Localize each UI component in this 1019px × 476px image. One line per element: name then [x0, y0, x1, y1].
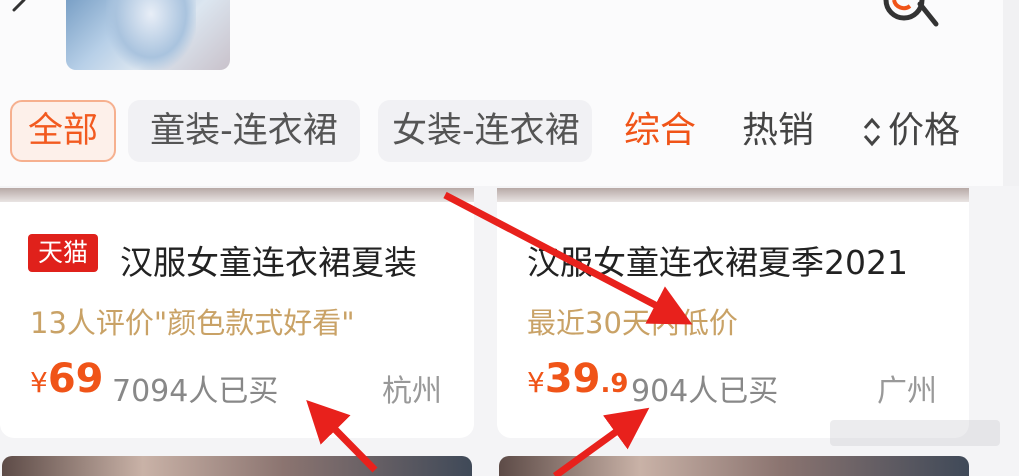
product-tag: 最近30天内低价	[527, 306, 738, 340]
price-integer: 39	[544, 356, 601, 402]
product-image-edge	[0, 188, 474, 202]
product-thumbnail[interactable]	[66, 0, 230, 70]
sort-price-label: 价格	[888, 110, 961, 151]
product-card[interactable]: 汉服女童连衣裙夏季2021 最近30天内低价 ¥39.9 904人已买 广州	[497, 188, 969, 438]
sort-general[interactable]: 综合	[624, 100, 696, 162]
sort-updown-icon	[863, 117, 881, 147]
price-decimal: .9	[600, 369, 629, 399]
sold-count: 7094人已买	[112, 374, 279, 409]
price-currency: ¥	[527, 366, 545, 399]
product-price: ¥39.9	[527, 356, 628, 402]
product-image-edge	[497, 188, 969, 202]
product-card[interactable]: 天猫 汉服女童连衣裙夏装 13人评价"颜色款式好看" ¥69 7094人已买 杭…	[0, 188, 474, 438]
sold-count: 904人已买	[631, 374, 779, 409]
sort-price[interactable]: 价格	[860, 100, 960, 162]
filter-chip-kids-dress[interactable]: 童装-连衣裙	[128, 100, 360, 162]
sort-hot[interactable]: 热销	[742, 100, 814, 162]
product-title[interactable]: 汉服女童连衣裙夏装	[120, 236, 417, 284]
top-header: 全部 童装-连衣裙 女装-连衣裙 综合 热销 价格	[0, 0, 1003, 186]
watermark	[830, 420, 1000, 446]
price-currency: ¥	[30, 366, 48, 399]
tmall-badge: 天猫	[28, 234, 98, 272]
ship-location: 杭州	[382, 374, 442, 409]
right-gutter	[1003, 0, 1019, 186]
filter-chip-all[interactable]: 全部	[10, 100, 116, 162]
product-price: ¥69	[30, 356, 104, 402]
next-product-image[interactable]	[2, 456, 472, 476]
product-title[interactable]: 汉服女童连衣裙夏季2021	[527, 236, 908, 284]
product-tag: 13人评价"颜色款式好看"	[30, 306, 355, 340]
price-integer: 69	[47, 356, 104, 402]
search-icon[interactable]	[880, 0, 940, 30]
filter-chip-women-dress[interactable]: 女装-连衣裙	[378, 100, 592, 162]
next-product-image[interactable]	[499, 456, 969, 476]
back-arrow-icon[interactable]	[6, 0, 28, 18]
ship-location: 广州	[877, 374, 937, 409]
